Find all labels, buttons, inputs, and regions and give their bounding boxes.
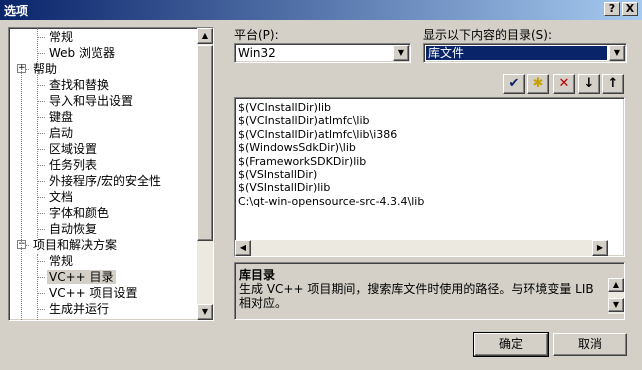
tree-item-label: 查找和替换 [49,78,110,92]
list-scroll-left-icon[interactable]: ◀ [235,240,251,256]
directory-list-item[interactable]: $(FrameworkSDKDir)lib [238,155,366,168]
desc-scroll-down-icon[interactable]: ▼ [608,298,624,312]
tree-item[interactable]: 查找和替换 [47,77,111,93]
check-icon[interactable]: ✔ [503,74,525,94]
close-button[interactable]: X [622,2,638,16]
directory-list-item[interactable]: C:\qt-win-opensource-src-4.3.4\lib [238,195,424,208]
tree-connector [37,37,45,38]
tree-item[interactable]: 导入和导出设置 [47,93,135,109]
tree-connector [37,229,45,230]
tree-item[interactable]: 生成并运行 [47,301,111,317]
dirs-label: 显示以下内容的目录(S): [423,28,553,42]
move-up-icon[interactable]: ↑ [602,74,624,94]
tree-guide-line [37,28,38,238]
tree-item-label: 键盘 [49,110,74,124]
tree-item[interactable]: 项目和解决方案 [31,237,119,253]
options-tree[interactable]: 常规 Web 浏览器 帮助 + 查找和替换 导入和导出设置 键盘 启动 区域设置 任务列表 外接程序… [8,27,214,321]
directory-list-item[interactable]: $(VSInstallDir)lib [238,181,330,194]
tree-item[interactable]: 键盘 [47,109,75,125]
tree-connector [37,101,45,102]
list-scroll-right-icon[interactable]: ▶ [592,240,608,256]
cancel-button[interactable]: 取消 [553,333,627,356]
list-hscrollbar[interactable]: ◀ ▶ [235,240,608,256]
dirs-value: 库文件 [425,45,608,61]
tree-item-label: 外接程序/宏的安全性 [49,174,162,188]
tree-connector [37,277,45,278]
tree-item[interactable]: 启动 [47,125,75,141]
description-panel: 库目录 生成 VC++ 项目期间，搜索库文件时使用的路径。与环境变量 LIB 相… [234,262,625,320]
tree-item[interactable]: VC++ 目录 [47,269,116,285]
tree-item-label: 导入和导出设置 [49,94,134,108]
tree-item-label: 区域设置 [49,142,98,156]
tree-scroll-down-icon[interactable]: ▼ [197,304,213,320]
tree-scroll-up-icon[interactable]: ▲ [197,28,213,44]
platform-dropdown-icon[interactable]: ▼ [393,45,409,61]
tree-item-label: VC++ 项目设置 [49,286,138,300]
tree-item[interactable]: 帮助 [31,61,59,77]
tree-item[interactable]: 区域设置 [47,141,99,157]
platform-select[interactable]: Win32 ▼ [234,43,411,63]
delete-icon[interactable]: ✕ [553,74,575,94]
tree-item-label: 常规 [49,30,74,44]
directory-list-item[interactable]: $(VCInstallDir)lib [238,101,331,114]
directory-list-item[interactable]: $(VSInstallDir) [238,168,317,181]
tree-item-label: 字体和颜色 [49,206,110,220]
directory-list[interactable]: $(VCInstallDir)lib $(VCInstallDir)atlmfc\… [234,97,625,257]
tree-item-label: 项目和解决方案 [33,238,118,252]
platform-label: 平台(P): [234,28,279,42]
ok-button[interactable]: 确定 [473,332,549,357]
tree-guide-line [37,254,38,320]
title-bar: 选项 ? X [0,0,642,20]
tree-item-label: 文档 [49,190,74,204]
tree-item-label: 自动恢复 [49,222,98,236]
tree-item[interactable]: 常规 [47,29,75,45]
directory-list-item[interactable]: $(WindowsSdkDir)\lib [238,141,356,154]
tree-connector [37,165,45,166]
tree-item[interactable]: 常规 [47,253,75,269]
tree-item-label: 帮助 [33,62,58,76]
tree-item-label: 生成并运行 [49,302,110,316]
help-button[interactable]: ? [604,2,620,16]
tree-scroll-thumb[interactable] [197,45,213,241]
description-scrollbar[interactable]: ▲ ▼ [608,278,624,314]
directory-list-item[interactable]: $(VCInstallDir)atlmfc\lib [238,114,370,127]
dirs-dropdown-icon[interactable]: ▼ [609,45,625,61]
directory-list-item[interactable]: $(VCInstallDir)atlmfc\lib\i386 [238,128,397,141]
tree-item-label: 启动 [49,126,74,140]
tree-connector [37,117,45,118]
window-title: 选项 [4,4,29,18]
tree-item[interactable]: 自动恢复 [47,221,99,237]
tree-scrollbar[interactable]: ▲ ▼ [197,28,213,320]
tree-connector [37,261,45,262]
tree-item[interactable]: 任务列表 [47,157,99,173]
tree-connector [37,293,45,294]
description-text: 生成 VC++ 项目期间，搜索库文件时使用的路径。与环境变量 LIB 相对应。 [239,282,594,310]
tree-connector [37,309,45,310]
new-folder-icon[interactable]: ✱ [527,74,549,94]
tree-item-label: Web 浏览器 [49,46,115,60]
tree-guide-line [21,68,22,320]
tree-connector [37,197,45,198]
tree-connector [37,133,45,134]
tree-item-label: VC++ 目录 [47,270,116,284]
tree-item-label: 任务列表 [49,158,98,172]
desc-scroll-up-icon[interactable]: ▲ [608,278,624,292]
tree-connector [37,85,45,86]
tree-item[interactable]: 字体和颜色 [47,205,111,221]
tree-connector [37,213,45,214]
tree-item[interactable]: 外接程序/宏的安全性 [47,173,163,189]
dirs-select[interactable]: 库文件 ▼ [423,43,627,63]
description-title: 库目录 [239,268,276,282]
tree-item[interactable]: VC++ 项目设置 [47,285,140,301]
tree-connector [37,149,45,150]
tree-item[interactable]: 文档 [47,189,75,205]
tree-item-label: 常规 [49,254,74,268]
tree-connector [37,53,45,54]
tree-connector [37,181,45,182]
platform-value: Win32 [238,46,276,60]
tree-item[interactable]: Web 浏览器 [47,45,117,61]
move-down-icon[interactable]: ↓ [578,74,600,94]
